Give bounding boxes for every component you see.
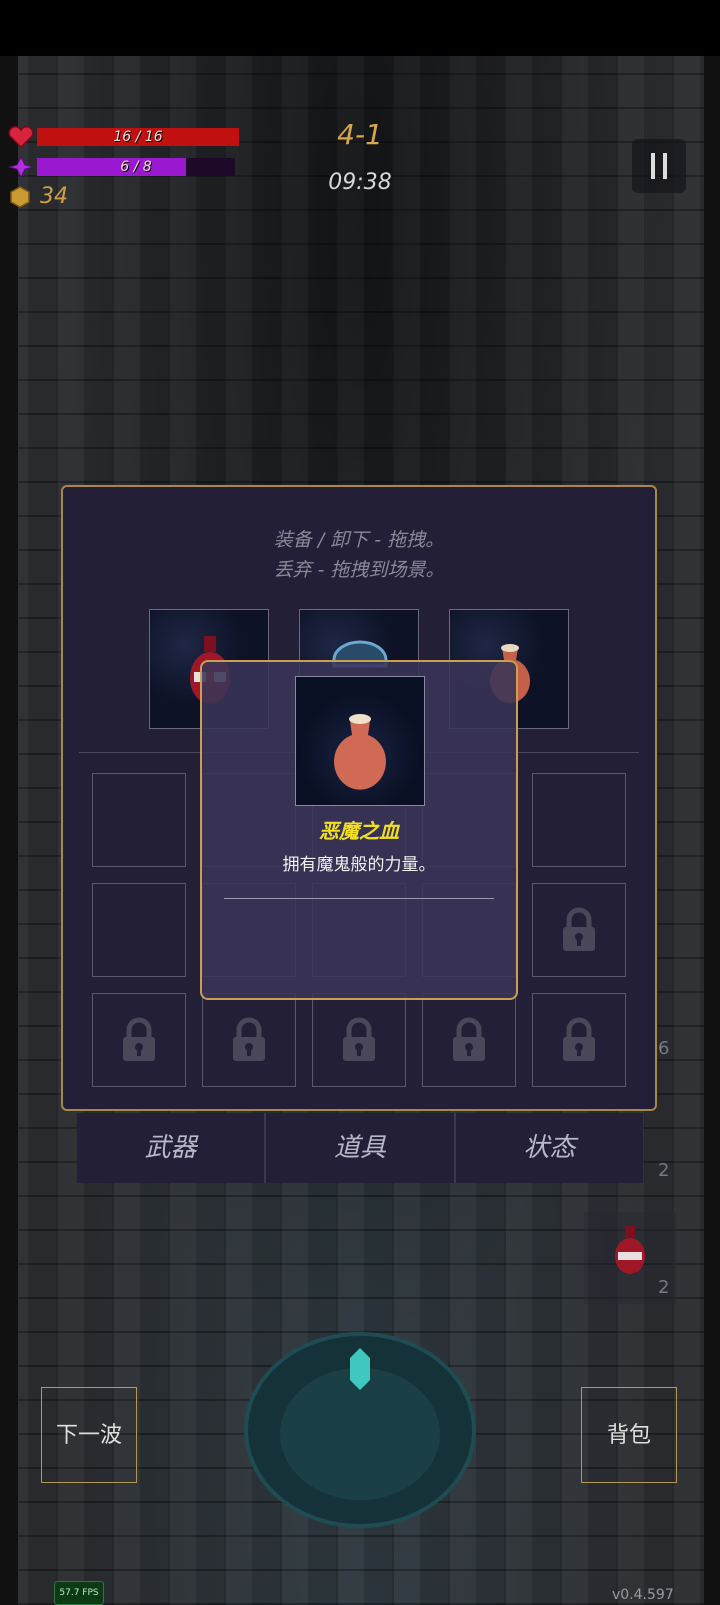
next-wave-button[interactable]: 下一波 bbox=[41, 1387, 137, 1483]
lock-icon bbox=[563, 907, 595, 951]
pause-button[interactable] bbox=[632, 139, 686, 193]
hint-discard: 丢弃 - 拖拽到场景。 bbox=[273, 559, 445, 581]
mp-row: 6 / 8 bbox=[8, 156, 235, 178]
lock-icon bbox=[343, 1017, 375, 1061]
mp-bar: 6 / 8 bbox=[37, 158, 235, 176]
side-count: 6 bbox=[658, 1038, 670, 1059]
item-tooltip: 恶魔之血 拥有魔鬼般的力量。 bbox=[200, 660, 518, 1000]
hp-row: 16 / 16 bbox=[8, 126, 239, 148]
side-count: 2 bbox=[658, 1160, 670, 1181]
tab-items[interactable]: 道具 bbox=[266, 1113, 456, 1183]
backpack-button[interactable]: 背包 bbox=[581, 1387, 677, 1483]
tab-status[interactable]: 状态 bbox=[456, 1113, 643, 1183]
locked-slot bbox=[532, 883, 626, 977]
timer-label: 09:38 bbox=[328, 170, 392, 195]
stage-label: 4-1 bbox=[337, 118, 383, 151]
locked-slot bbox=[312, 993, 406, 1087]
inventory-slot[interactable] bbox=[532, 773, 626, 867]
inventory-slot[interactable] bbox=[92, 883, 186, 977]
lock-icon bbox=[123, 1017, 155, 1061]
demon-blood-icon bbox=[334, 714, 386, 790]
hp-text: 16 / 16 bbox=[113, 129, 163, 145]
tooltip-divider bbox=[224, 898, 494, 899]
tab-weapons[interactable]: 武器 bbox=[77, 1113, 267, 1183]
right-wall bbox=[704, 56, 720, 1605]
lock-icon bbox=[453, 1017, 485, 1061]
lock-icon bbox=[233, 1017, 265, 1061]
locked-slot bbox=[422, 993, 516, 1087]
left-wall bbox=[0, 56, 18, 1605]
locked-slot bbox=[532, 993, 626, 1087]
status-bar-area bbox=[0, 0, 720, 56]
gold-count: 34 bbox=[40, 184, 68, 209]
hp-bar: 16 / 16 bbox=[37, 128, 239, 146]
mana-crystal-icon bbox=[8, 156, 34, 178]
tooltip-item-desc: 拥有魔鬼般的力量。 bbox=[282, 855, 436, 875]
coin-icon bbox=[10, 185, 30, 208]
fps-counter: 57.7 FPS bbox=[54, 1581, 104, 1605]
heart-icon bbox=[8, 126, 34, 148]
side-count: 2 bbox=[658, 1277, 670, 1298]
mp-text: 6 / 8 bbox=[120, 159, 152, 175]
locked-slot bbox=[92, 993, 186, 1087]
locked-slot bbox=[202, 993, 296, 1087]
inventory-tabs: 武器 道具 状态 bbox=[77, 1113, 643, 1183]
hint-equip: 装备 / 卸下 - 拖拽。 bbox=[273, 529, 445, 551]
tooltip-item-name: 恶魔之血 bbox=[319, 819, 399, 843]
tooltip-item-image bbox=[295, 676, 425, 806]
inventory-slot[interactable] bbox=[92, 773, 186, 867]
lock-icon bbox=[563, 1017, 595, 1061]
portal-altar[interactable] bbox=[243, 1330, 477, 1530]
version-label: v0.4.597 bbox=[612, 1587, 674, 1603]
gold-row: 34 bbox=[8, 184, 68, 209]
